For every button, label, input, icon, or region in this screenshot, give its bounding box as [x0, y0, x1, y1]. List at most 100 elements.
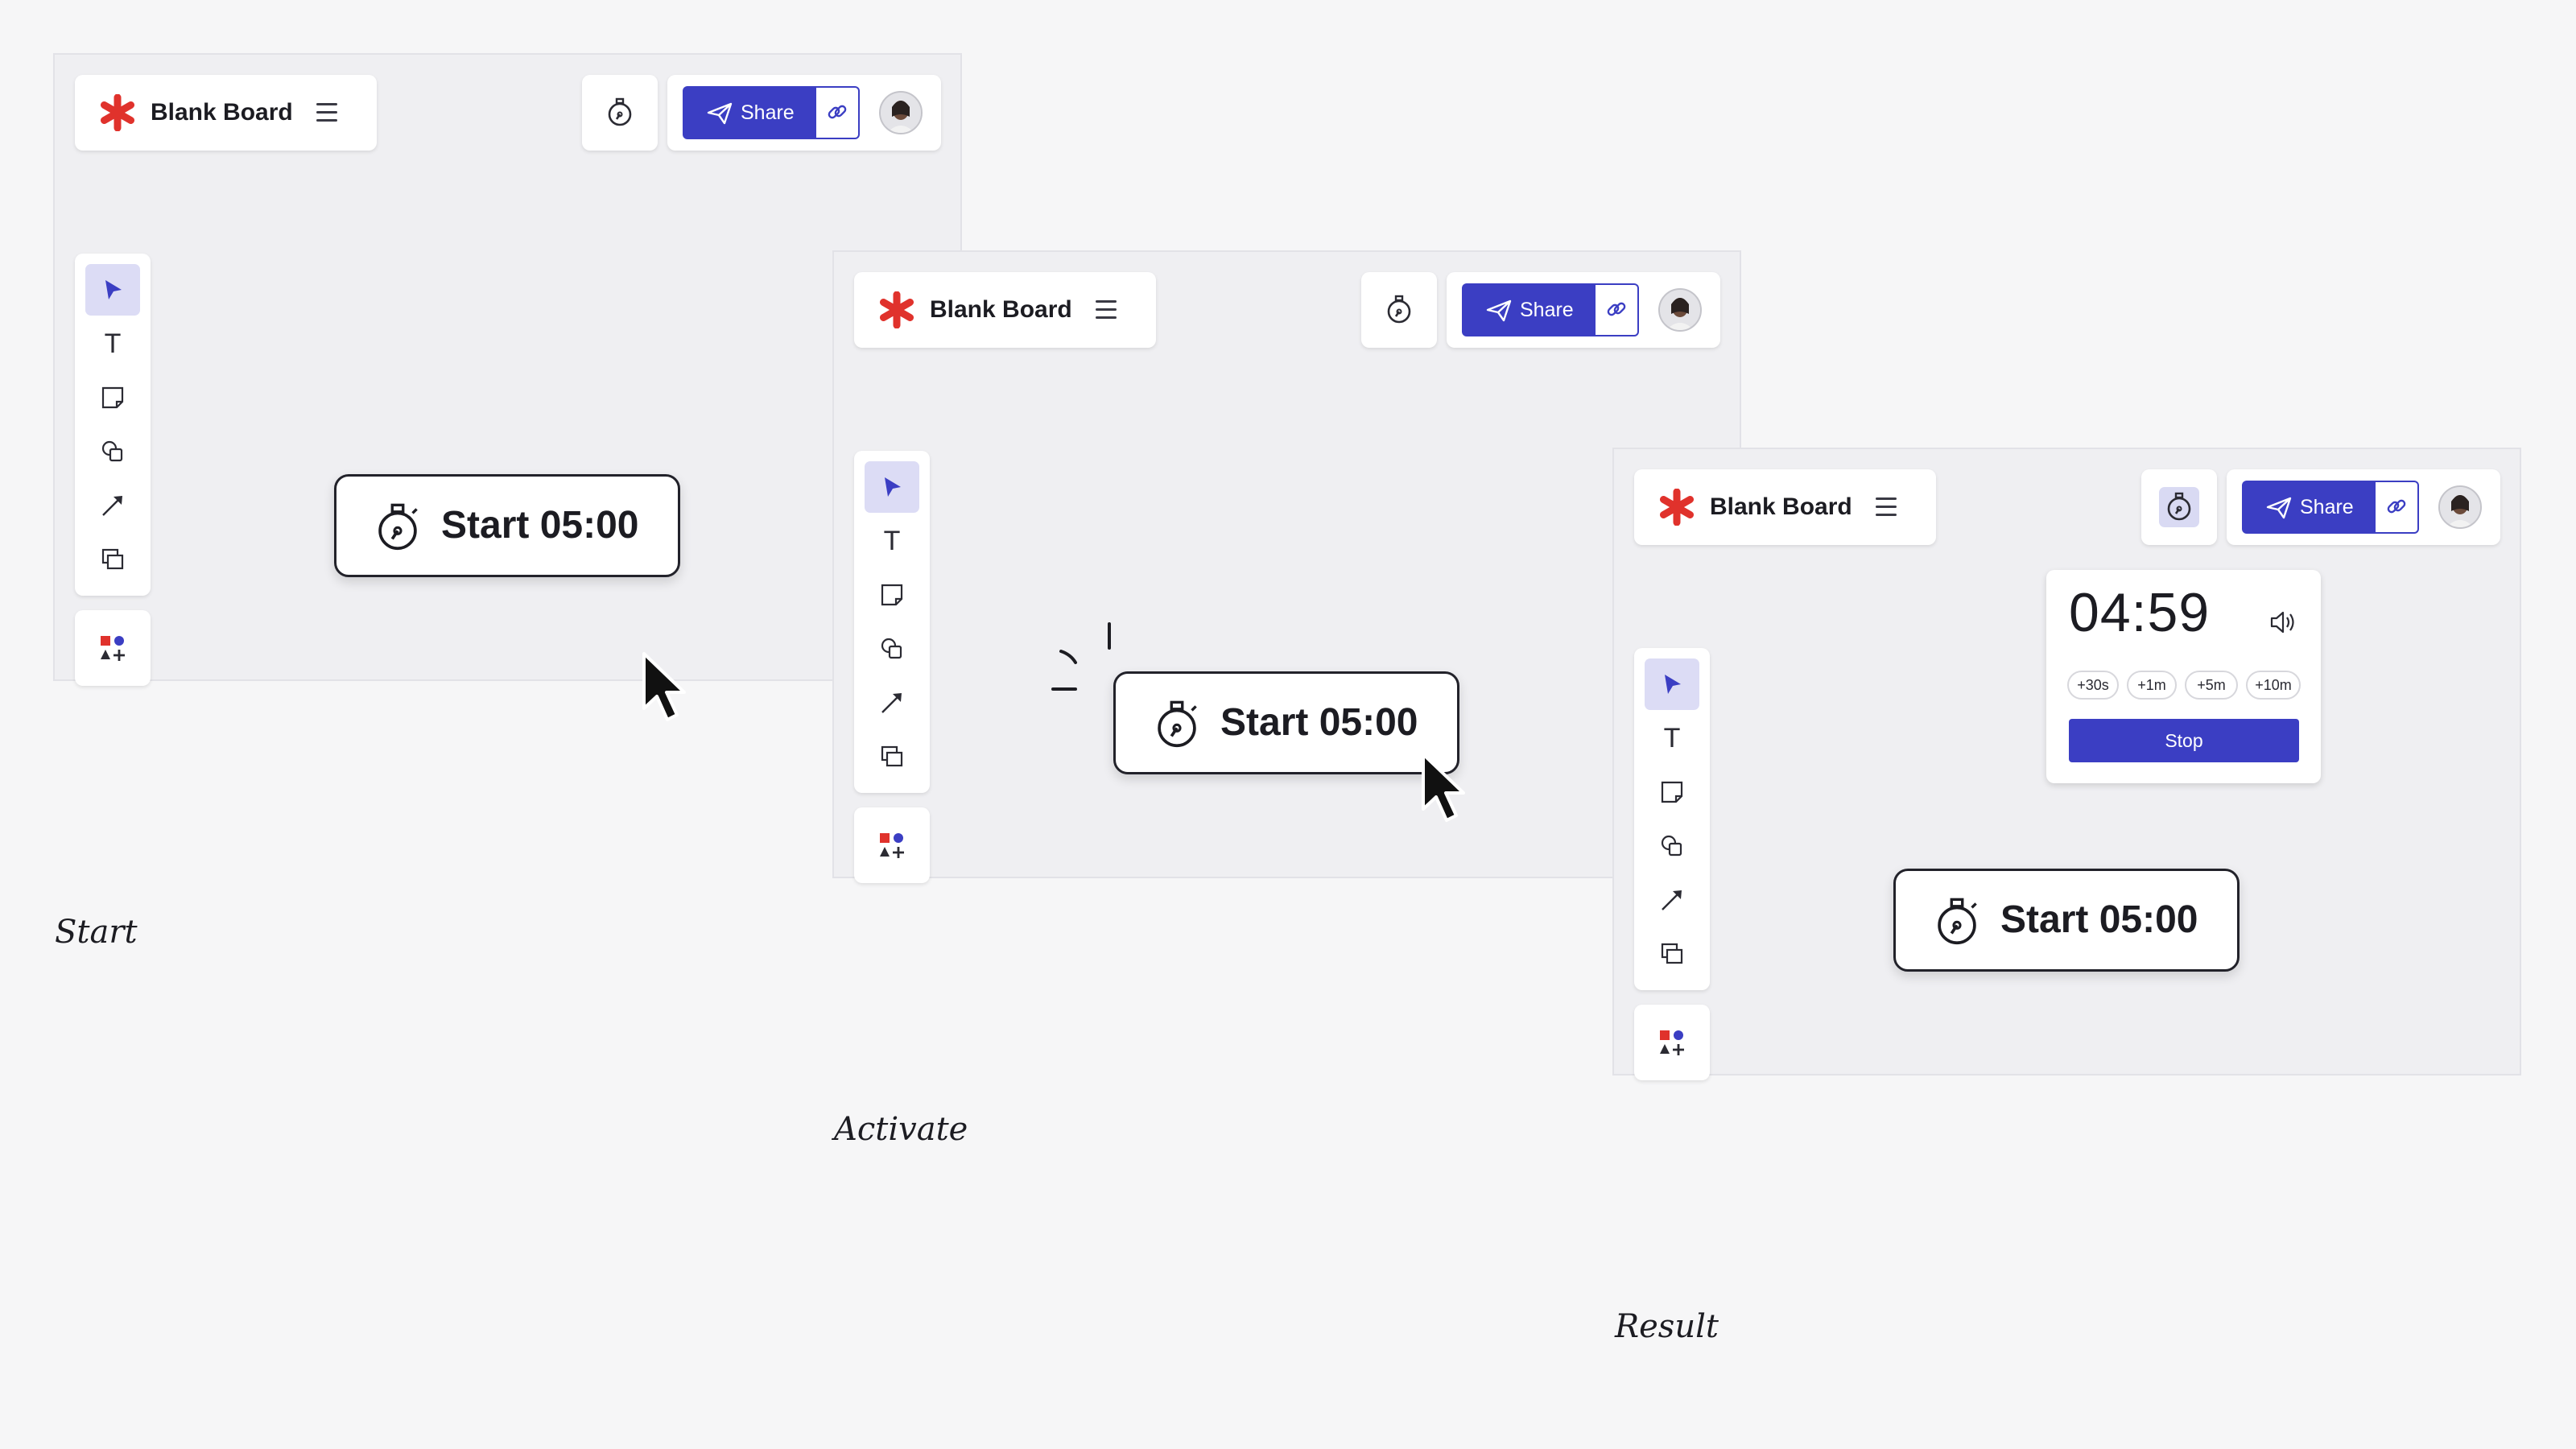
tool-palette: T: [1634, 648, 1710, 990]
menu-icon[interactable]: [1096, 300, 1117, 320]
title-card: Blank Board: [75, 75, 377, 151]
copy-link-button[interactable]: [1596, 283, 1639, 336]
shapes-tool[interactable]: [85, 426, 140, 477]
mouse-cursor-icon: [1422, 753, 1465, 822]
start-timer-button[interactable]: Start 05:00: [1893, 869, 2240, 972]
add-ons-button[interactable]: [75, 610, 151, 686]
asterisk-logo-icon: [101, 94, 134, 131]
text-tool[interactable]: T: [1645, 712, 1699, 764]
select-tool[interactable]: [85, 264, 140, 316]
start-timer-button[interactable]: Start 05:00: [1113, 671, 1459, 774]
stopwatch-icon: [2167, 492, 2191, 521]
arrow-tool[interactable]: [865, 677, 919, 729]
start-timer-button[interactable]: Start 05:00: [334, 474, 680, 577]
sticky-note-tool[interactable]: [85, 372, 140, 423]
link-icon: [828, 105, 847, 119]
sticky-note-tool[interactable]: [1645, 766, 1699, 818]
stopwatch-icon: [1158, 700, 1197, 748]
sticky-note-icon: [1661, 781, 1683, 803]
caption-result: Result: [1615, 1308, 1719, 1345]
copy-link-button[interactable]: [2376, 481, 2419, 534]
shapes-tool[interactable]: [865, 623, 919, 675]
stop-timer-button[interactable]: Stop: [2069, 719, 2299, 762]
frame-icon: [1661, 943, 1683, 964]
start-timer-label: Start 05:00: [2000, 898, 2198, 941]
link-icon: [1607, 302, 1626, 316]
stopwatch-icon: [608, 97, 632, 126]
timer-countdown: 04:59: [2069, 582, 2211, 643]
caption-start: Start: [55, 914, 138, 951]
timer-toggle-button[interactable]: [2141, 469, 2217, 545]
add-ons-icon: [1660, 1030, 1684, 1055]
paper-plane-icon: [2266, 497, 2292, 519]
add-10m-button[interactable]: +10m: [2246, 671, 2301, 700]
sticky-note-icon: [881, 584, 903, 606]
share-label: Share: [2300, 496, 2354, 518]
avatar[interactable]: [2438, 485, 2482, 529]
share-button[interactable]: Share: [1462, 283, 1596, 336]
board-title[interactable]: Blank Board: [151, 75, 293, 151]
add-ons-icon: [101, 636, 125, 661]
timer-toggle-button[interactable]: [1361, 272, 1437, 348]
text-icon: T: [883, 526, 901, 556]
add-ons-button[interactable]: [1634, 1005, 1710, 1080]
board-activate: Blank Board Share T Start 05:00: [832, 250, 1741, 883]
frame-tool[interactable]: [865, 731, 919, 782]
shapes-icon: [101, 440, 123, 462]
frame-tool[interactable]: [85, 534, 140, 585]
caption-activate: Activate: [834, 1111, 968, 1148]
timer-toggle-button[interactable]: [582, 75, 658, 151]
add-30s-button[interactable]: +30s: [2067, 671, 2119, 700]
tool-palette: T: [75, 254, 151, 596]
start-timer-label: Start 05:00: [441, 504, 639, 547]
volume-icon[interactable]: [2269, 610, 2297, 634]
frame-icon: [101, 548, 124, 570]
add-1m-button[interactable]: +1m: [2127, 671, 2177, 700]
arrow-icon: [881, 693, 902, 713]
link-icon: [2387, 499, 2406, 514]
stopwatch-icon: [1938, 898, 1977, 945]
asterisk-logo-icon: [1660, 489, 1694, 526]
shapes-tool[interactable]: [1645, 820, 1699, 872]
sticky-note-icon: [101, 386, 124, 409]
share-label: Share: [1520, 299, 1574, 321]
share-button[interactable]: Share: [683, 86, 816, 139]
frame-tool[interactable]: [1645, 928, 1699, 980]
stopwatch-icon: [378, 503, 418, 551]
timer-panel: 04:59 +30s +1m +5m +10m Stop: [2046, 570, 2321, 783]
text-tool[interactable]: T: [865, 515, 919, 567]
menu-icon[interactable]: [1876, 497, 1897, 517]
shapes-icon: [881, 638, 902, 659]
add-ons-button[interactable]: [854, 807, 930, 883]
board-title[interactable]: Blank Board: [1710, 469, 1852, 545]
tool-palette: T: [854, 451, 930, 793]
avatar[interactable]: [879, 91, 923, 134]
board-start: Blank Board Share T Start 05:00: [53, 53, 962, 721]
menu-icon[interactable]: [316, 103, 337, 122]
share-label: Share: [741, 101, 795, 124]
board-title[interactable]: Blank Board: [930, 272, 1072, 348]
share-card: Share: [667, 75, 941, 151]
title-card: Blank Board: [1634, 469, 1936, 545]
add-5m-button[interactable]: +5m: [2185, 671, 2238, 700]
arrow-tool[interactable]: [1645, 874, 1699, 926]
text-icon: T: [104, 328, 122, 359]
share-card: Share: [1447, 272, 1720, 348]
avatar[interactable]: [1658, 288, 1702, 332]
sticky-note-tool[interactable]: [865, 569, 919, 621]
arrow-icon: [1662, 890, 1682, 910]
share-card: Share: [2227, 469, 2500, 545]
select-tool[interactable]: [1645, 658, 1699, 710]
text-icon: T: [1663, 723, 1681, 753]
copy-link-button[interactable]: [816, 86, 860, 139]
pointer-icon: [1665, 675, 1681, 694]
start-timer-label: Start 05:00: [1220, 701, 1418, 744]
frame-icon: [881, 745, 903, 767]
select-tool[interactable]: [865, 461, 919, 513]
paper-plane-icon: [1486, 299, 1512, 322]
pointer-icon: [105, 280, 122, 299]
arrow-tool[interactable]: [85, 480, 140, 531]
text-tool[interactable]: T: [85, 318, 140, 369]
board-result: Blank Board Share T 04:59 +30s +1m +5m +…: [1612, 448, 2521, 1080]
share-button[interactable]: Share: [2242, 481, 2376, 534]
